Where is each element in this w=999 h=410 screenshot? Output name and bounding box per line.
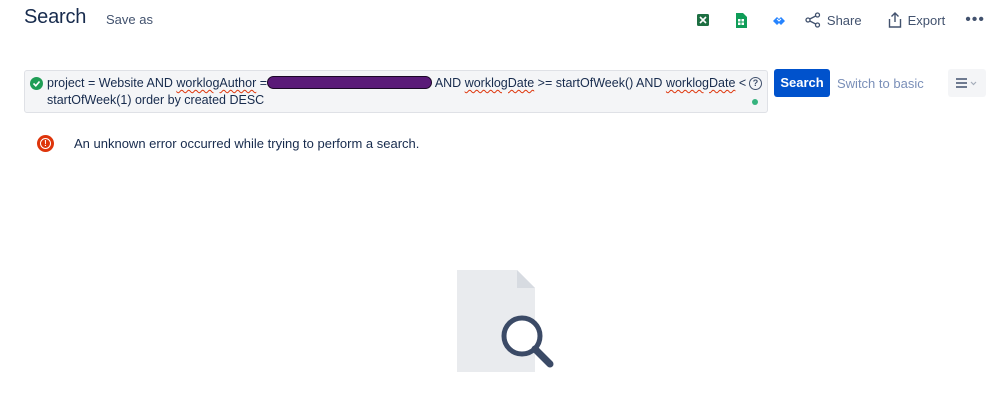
share-label: Share: [826, 12, 862, 28]
document-search-icon: [457, 270, 554, 372]
more-options-button[interactable]: •••: [965, 11, 985, 29]
error-icon: !: [37, 135, 54, 152]
query-field: worklogDate: [665, 76, 736, 90]
query-segment: >= startOfWeek() AND: [534, 76, 666, 90]
share-button[interactable]: Share: [805, 12, 862, 28]
export-icon: [888, 12, 901, 28]
cloud-sync-icon[interactable]: [771, 12, 787, 28]
jql-query-input[interactable]: project = Website AND worklogAuthor = AN…: [24, 70, 768, 113]
switch-to-basic-link[interactable]: Switch to basic: [837, 76, 924, 91]
query-field: worklogDate: [464, 76, 535, 90]
error-message: ! An unknown error occurred while trying…: [37, 135, 419, 152]
query-segment: AND: [432, 76, 465, 90]
export-label: Export: [907, 12, 946, 28]
menu-icon: [956, 78, 977, 88]
search-button[interactable]: Search: [774, 69, 830, 97]
status-dot: [752, 99, 758, 105]
query-segment: project = Website AND: [47, 76, 177, 90]
help-icon[interactable]: ?: [749, 77, 762, 90]
no-results-illustration: [455, 268, 559, 379]
page-title: Search: [24, 6, 87, 28]
excel-icon[interactable]: [695, 12, 711, 28]
redacted-value: [267, 76, 433, 89]
query-field: worklogAuthor: [176, 76, 257, 90]
view-menu-button[interactable]: [948, 69, 986, 97]
error-text: An unknown error occurred while trying t…: [74, 136, 420, 151]
save-as-button[interactable]: Save as: [106, 12, 153, 27]
toolbar: Share Export •••: [695, 8, 985, 32]
jql-query-text[interactable]: project = Website AND worklogAuthor = AN…: [47, 75, 747, 109]
check-circle-icon: [30, 77, 43, 90]
export-button[interactable]: Export: [888, 12, 946, 28]
query-segment: =: [256, 76, 268, 90]
share-icon: [805, 12, 821, 28]
google-sheets-icon[interactable]: [733, 12, 749, 28]
